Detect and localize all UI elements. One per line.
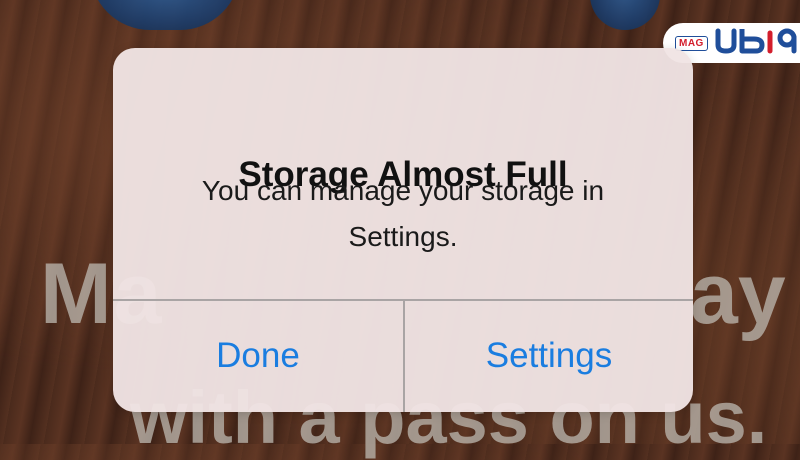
background-shoe-left — [90, 0, 240, 30]
done-button[interactable]: Done — [113, 300, 403, 412]
logo-mag-label: MAG — [675, 35, 708, 51]
background-text-line1-right: ay — [690, 246, 786, 342]
alert-message: You can manage your storage in Settings. — [201, 175, 605, 252]
background-shoe-right — [590, 0, 660, 30]
storage-alert-dialog: Storage Almost Full You can manage your … — [113, 48, 693, 412]
logo-brand — [714, 25, 800, 62]
brand-logo-icon — [715, 28, 797, 54]
settings-button[interactable]: Settings — [405, 300, 693, 412]
